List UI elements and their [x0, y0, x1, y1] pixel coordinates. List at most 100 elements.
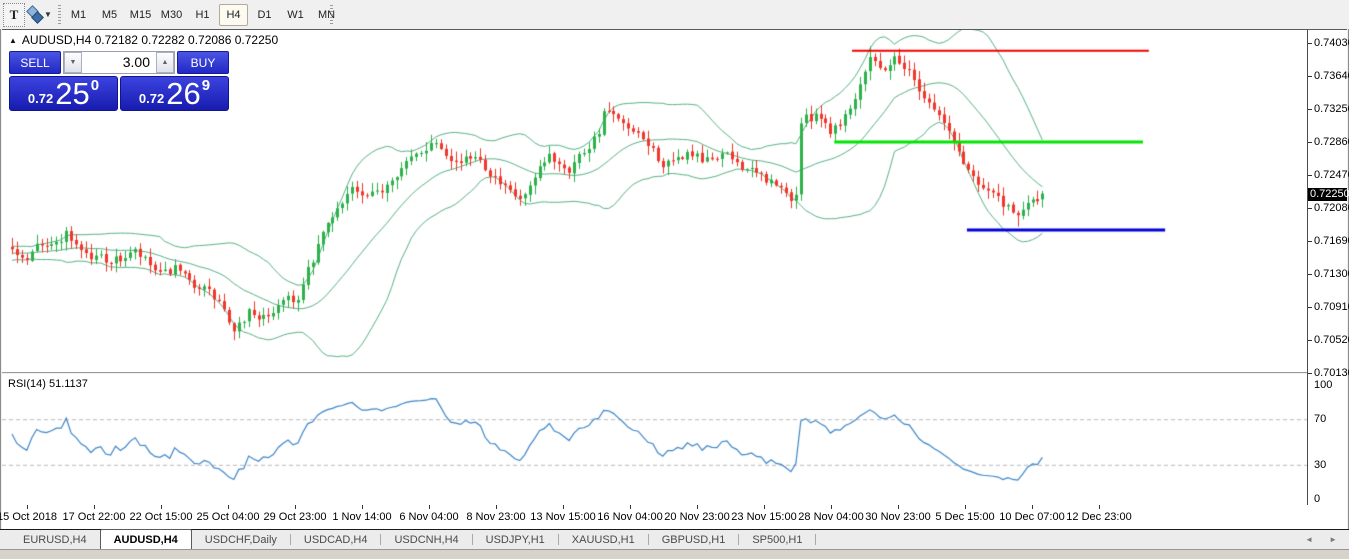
one-click-trading-panel: SELL ▼ 3.00 ▲ BUY 0.72 25 0 0.72 26 9: [9, 51, 229, 111]
date-tick: [27, 505, 28, 509]
timeframe-button-m30[interactable]: M30: [157, 4, 186, 26]
date-tick: [697, 505, 698, 509]
date-axis-label: 15 Oct 2018: [0, 511, 57, 523]
price-tick: [1308, 76, 1312, 77]
date-axis-label: 13 Nov 15:00: [530, 511, 595, 523]
chart-tab-bar: EURUSD,H4AUDUSD,H4USDCHF,DailyUSDCAD,H4U…: [0, 529, 1349, 549]
date-axis-label: 10 Dec 07:00: [999, 511, 1064, 523]
volume-box: ▼ 3.00 ▲: [63, 51, 175, 74]
price-axis-label: 0.73250: [1314, 103, 1349, 115]
rsi-axis-label: 70: [1314, 413, 1326, 425]
toolbar-grip[interactable]: [58, 5, 61, 24]
timeframe-button-m1[interactable]: M1: [64, 4, 93, 26]
price-tick: [1308, 274, 1312, 275]
date-axis-label: 12 Dec 23:00: [1066, 511, 1131, 523]
date-axis-label: 28 Nov 04:00: [798, 511, 863, 523]
toolbar-grip[interactable]: [330, 5, 333, 24]
price-axis-label: 0.71690: [1314, 235, 1349, 247]
chart-tab-gbpusd-h1[interactable]: GBPUSD,H1: [649, 530, 739, 549]
rsi-chart-canvas[interactable]: [2, 375, 1307, 506]
status-bar-edge: [0, 549, 1349, 559]
price-axis-label: 0.74030: [1314, 37, 1349, 49]
date-tick: [496, 505, 497, 509]
timeframe-button-h1[interactable]: H1: [188, 4, 217, 26]
chart-tab-audusd-h4[interactable]: AUDUSD,H4: [100, 529, 192, 549]
sell-button[interactable]: SELL: [9, 51, 61, 74]
objects-tool-icon[interactable]: [25, 3, 43, 25]
chart-title: ▲ AUDUSD,H4 0.72182 0.72282 0.72086 0.72…: [9, 33, 278, 47]
price-tick: [1308, 175, 1312, 176]
date-tick: [1099, 505, 1100, 509]
volume-input[interactable]: 3.00: [82, 52, 156, 73]
date-tick: [630, 505, 631, 509]
chart-tab-usdcnh-h4[interactable]: USDCNH,H4: [381, 530, 471, 549]
timeframe-button-mn[interactable]: MN: [312, 4, 341, 26]
chart-tab-eurusd-h4[interactable]: EURUSD,H4: [10, 530, 100, 549]
mt4-window: T ▼ M1M5M15M30H1H4D1W1MN ▲ AUDUSD,H4 0.7…: [0, 0, 1349, 559]
timeframe-button-m15[interactable]: M15: [126, 4, 155, 26]
date-axis-label: 5 Dec 15:00: [935, 511, 994, 523]
price-tick: [1308, 340, 1312, 341]
date-axis-label: 29 Oct 23:00: [264, 511, 327, 523]
date-axis-label: 8 Nov 23:00: [466, 511, 525, 523]
toolbar: T ▼ M1M5M15M30H1H4D1W1MN: [0, 0, 1349, 29]
date-axis-label: 22 Oct 15:00: [130, 511, 193, 523]
date-tick: [831, 505, 832, 509]
chart-tab-xauusd-h1[interactable]: XAUUSD,H1: [559, 530, 648, 549]
date-tick: [228, 505, 229, 509]
chart-tab-usdjpy-h1[interactable]: USDJPY,H1: [473, 530, 558, 549]
date-axis-label: 23 Nov 15:00: [731, 511, 796, 523]
date-tick: [898, 505, 899, 509]
date-axis-label: 20 Nov 23:00: [664, 511, 729, 523]
rsi-axis-label: 0: [1314, 493, 1320, 505]
volume-decrease-button[interactable]: ▼: [64, 52, 82, 73]
date-axis-label: 1 Nov 14:00: [332, 511, 391, 523]
collapse-panel-icon[interactable]: ▲: [9, 36, 17, 45]
price-tick: [1308, 142, 1312, 143]
sell-price-prefix: 0.72: [28, 81, 53, 106]
price-tick: [1308, 43, 1312, 44]
price-axis-label: 0.72470: [1314, 169, 1349, 181]
buy-price-pips: 26: [166, 76, 200, 112]
price-tick: [1308, 109, 1312, 110]
chart-tab-sp500-h1[interactable]: SP500,H1: [739, 530, 815, 549]
sell-price-button[interactable]: 0.72 25 0: [9, 76, 118, 111]
timeframe-button-h4[interactable]: H4: [219, 4, 248, 26]
price-axis-label: 0.70910: [1314, 301, 1349, 313]
tab-scroll-left-icon[interactable]: ◄: [1305, 535, 1313, 544]
buy-button[interactable]: BUY: [177, 51, 229, 74]
chevron-down-icon[interactable]: ▼: [43, 3, 53, 25]
tab-scroll-right-icon[interactable]: ►: [1329, 535, 1337, 544]
price-axis-label: 0.70520: [1314, 334, 1349, 346]
volume-increase-button[interactable]: ▲: [156, 52, 174, 73]
timeframe-button-d1[interactable]: D1: [250, 4, 279, 26]
price-tick: [1308, 241, 1312, 242]
chart-tab-usdchf-daily[interactable]: USDCHF,Daily: [192, 530, 290, 549]
date-axis-label: 30 Nov 23:00: [865, 511, 930, 523]
price-axis-label: 0.71300: [1314, 268, 1349, 280]
chart-window: ▲ AUDUSD,H4 0.72182 0.72282 0.72086 0.72…: [2, 29, 1347, 505]
price-axis[interactable]: 0.740300.736400.732500.728600.724700.720…: [1308, 30, 1347, 506]
timeframe-button-w1[interactable]: W1: [281, 4, 310, 26]
date-axis-label: 6 Nov 04:00: [399, 511, 458, 523]
current-price-tag: 0.72250: [1308, 188, 1347, 201]
timeframe-buttons: M1M5M15M30H1H4D1W1MN: [64, 4, 343, 26]
date-tick: [161, 505, 162, 509]
date-tick: [563, 505, 564, 509]
date-tick: [1032, 505, 1033, 509]
date-tick: [295, 505, 296, 509]
date-tick: [362, 505, 363, 509]
chart-tab-usdcad-h4[interactable]: USDCAD,H4: [291, 530, 381, 549]
date-tick: [965, 505, 966, 509]
rsi-axis-label: 30: [1314, 459, 1326, 471]
date-axis[interactable]: 15 Oct 201817 Oct 22:0022 Oct 15:0025 Oc…: [2, 505, 1347, 529]
price-axis-label: 0.73640: [1314, 70, 1349, 82]
chart-ohlc-text: AUDUSD,H4 0.72182 0.72282 0.72086 0.7225…: [22, 33, 278, 47]
text-tool-button[interactable]: T: [3, 3, 25, 27]
date-axis-label: 16 Nov 04:00: [597, 511, 662, 523]
rsi-indicator-label: RSI(14) 51.1137: [8, 378, 88, 390]
buy-price-button[interactable]: 0.72 26 9: [120, 76, 229, 111]
price-axis-label: 0.70130: [1314, 367, 1349, 379]
timeframe-button-m5[interactable]: M5: [95, 4, 124, 26]
buy-price-point: 9: [202, 77, 210, 94]
